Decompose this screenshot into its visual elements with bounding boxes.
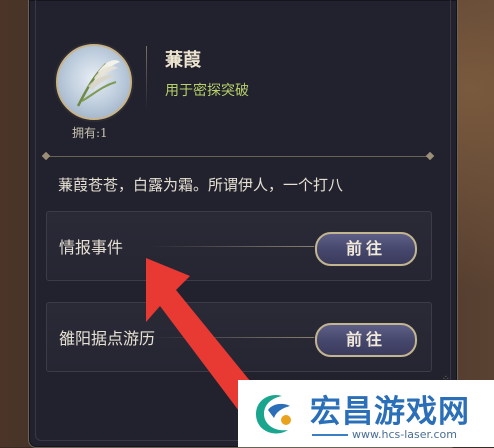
watermark-underline [312, 434, 348, 436]
watermark-title: 宏昌游戏网 [310, 394, 470, 430]
watermark-url: www.hcs-laser.com [352, 428, 457, 441]
watermark-logo-icon [256, 394, 291, 434]
